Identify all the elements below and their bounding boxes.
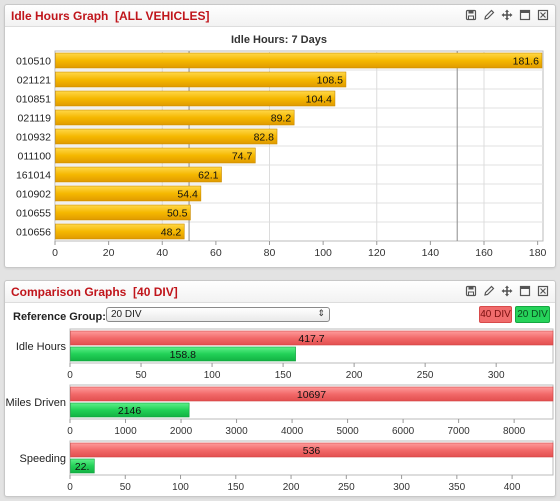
x-tick-label: 250 (338, 482, 355, 493)
x-tick-label: 7000 (447, 426, 470, 437)
bar-value-label: 22. (75, 461, 90, 473)
save-icon[interactable] (465, 285, 477, 297)
x-tick-label: 20 (103, 247, 115, 259)
comparison-panel: Comparison Graphs [40 DIV] Reference Gro… (4, 280, 556, 497)
category-label: 010656 (16, 227, 51, 239)
reference-group-label: Reference Group: (13, 311, 106, 323)
x-tick-label: 150 (227, 482, 244, 493)
category-label: 010510 (16, 56, 51, 68)
x-tick-label: 1000 (114, 426, 137, 437)
x-tick-label: 200 (283, 482, 300, 493)
panel-title: Comparison Graphs [40 DIV] (11, 285, 178, 299)
category-label: Idle Hours (16, 341, 67, 353)
bar-value-label: 89.2 (271, 113, 292, 125)
bar (55, 128, 278, 145)
select-arrows-icon: ⇕ (317, 308, 325, 318)
x-tick-label: 120 (368, 247, 386, 259)
x-tick-label: 150 (275, 370, 292, 381)
bar-value-label: 181.6 (513, 56, 539, 68)
bar (55, 90, 336, 107)
x-tick-label: 0 (67, 370, 73, 381)
bar-value-label: 2146 (118, 405, 142, 417)
bar-value-label: 74.7 (232, 151, 253, 163)
x-tick-label: 50 (120, 482, 132, 493)
panel-header: Comparison Graphs [40 DIV] (5, 281, 555, 303)
x-tick-label: 350 (448, 482, 465, 493)
panel-tools (465, 9, 549, 21)
bar-value-label: 417.7 (298, 333, 324, 345)
edit-icon[interactable] (483, 9, 495, 21)
bar-value-label: 62.1 (198, 170, 219, 182)
bar-value-label: 10697 (297, 389, 326, 401)
x-tick-label: 160 (475, 247, 493, 259)
x-tick-label: 4000 (281, 426, 304, 437)
x-tick-label: 400 (504, 482, 521, 493)
edit-icon[interactable] (483, 285, 495, 297)
reference-group-select[interactable]: 20 DIV ⇕ (106, 307, 330, 322)
category-label: 010851 (16, 94, 51, 106)
x-tick-label: 0 (52, 247, 58, 259)
bar (55, 166, 222, 183)
category-label: 010655 (16, 208, 51, 220)
x-tick-label: 6000 (392, 426, 415, 437)
move-icon[interactable] (501, 9, 513, 21)
idle-hours-panel: Idle Hours Graph [ALL VEHICLES] Idle Hou… (4, 4, 556, 268)
category-label: Miles Driven (5, 397, 66, 409)
x-tick-label: 100 (204, 370, 221, 381)
bar-value-label: 48.2 (161, 227, 182, 239)
x-tick-label: 100 (314, 247, 332, 259)
x-tick-label: 250 (417, 370, 434, 381)
x-tick-label: 2000 (170, 426, 193, 437)
category-label: 011100 (18, 151, 52, 163)
close-icon[interactable] (537, 9, 549, 21)
panel-header: Idle Hours Graph [ALL VEHICLES] (5, 5, 555, 27)
bar (55, 52, 543, 69)
x-tick-label: 50 (135, 370, 147, 381)
x-tick-label: 140 (422, 247, 440, 259)
bar (55, 147, 256, 164)
reference-group-value: 20 DIV (111, 309, 142, 320)
bar-value-label: 50.5 (167, 208, 188, 220)
x-tick-label: 80 (264, 247, 276, 259)
category-label: 010902 (16, 189, 51, 201)
x-tick-label: 8000 (503, 426, 526, 437)
x-tick-label: 300 (393, 482, 410, 493)
panel-title: Idle Hours Graph [ALL VEHICLES] (11, 9, 210, 23)
category-label: 161014 (16, 170, 51, 182)
category-label: 010932 (16, 132, 51, 144)
maximize-icon[interactable] (519, 285, 531, 297)
bar-value-label: 54.4 (177, 189, 198, 201)
x-tick-label: 0 (67, 426, 73, 437)
x-tick-label: 40 (156, 247, 168, 259)
x-tick-label: 200 (346, 370, 363, 381)
panel-tools (465, 285, 549, 297)
x-tick-label: 300 (488, 370, 505, 381)
bar (55, 71, 347, 88)
x-tick-label: 3000 (225, 426, 248, 437)
comparison-chart: 417.7 158.8 Idle Hours 0 50 100 150 200 250 300 10… (5, 328, 554, 493)
category-label: Speeding (20, 453, 67, 465)
category-label: 021119 (18, 113, 52, 125)
idle-hours-chart: Idle Hours: 7 Days 181.6 010510 108.5 02112… (16, 34, 547, 259)
bar-value-label: 104.4 (306, 94, 332, 106)
maximize-icon[interactable] (519, 9, 531, 21)
x-tick-label: 0 (67, 482, 73, 493)
bar-value-label: 158.8 (170, 349, 196, 361)
x-tick-label: 5000 (336, 426, 359, 437)
x-tick-label: 60 (210, 247, 222, 259)
category-label: 021121 (17, 75, 51, 87)
save-icon[interactable] (465, 9, 477, 21)
legend-40-div[interactable]: 40 DIV (479, 306, 512, 323)
bar (55, 109, 295, 126)
chart-title: Idle Hours: 7 Days (231, 34, 327, 46)
legend-20-div[interactable]: 20 DIV (515, 306, 550, 323)
close-icon[interactable] (537, 285, 549, 297)
x-tick-label: 100 (172, 482, 189, 493)
x-tick-label: 180 (529, 247, 547, 259)
bar-value-label: 108.5 (317, 75, 343, 87)
bar-value-label: 82.8 (254, 132, 275, 144)
move-icon[interactable] (501, 285, 513, 297)
bar-value-label: 536 (303, 445, 321, 457)
